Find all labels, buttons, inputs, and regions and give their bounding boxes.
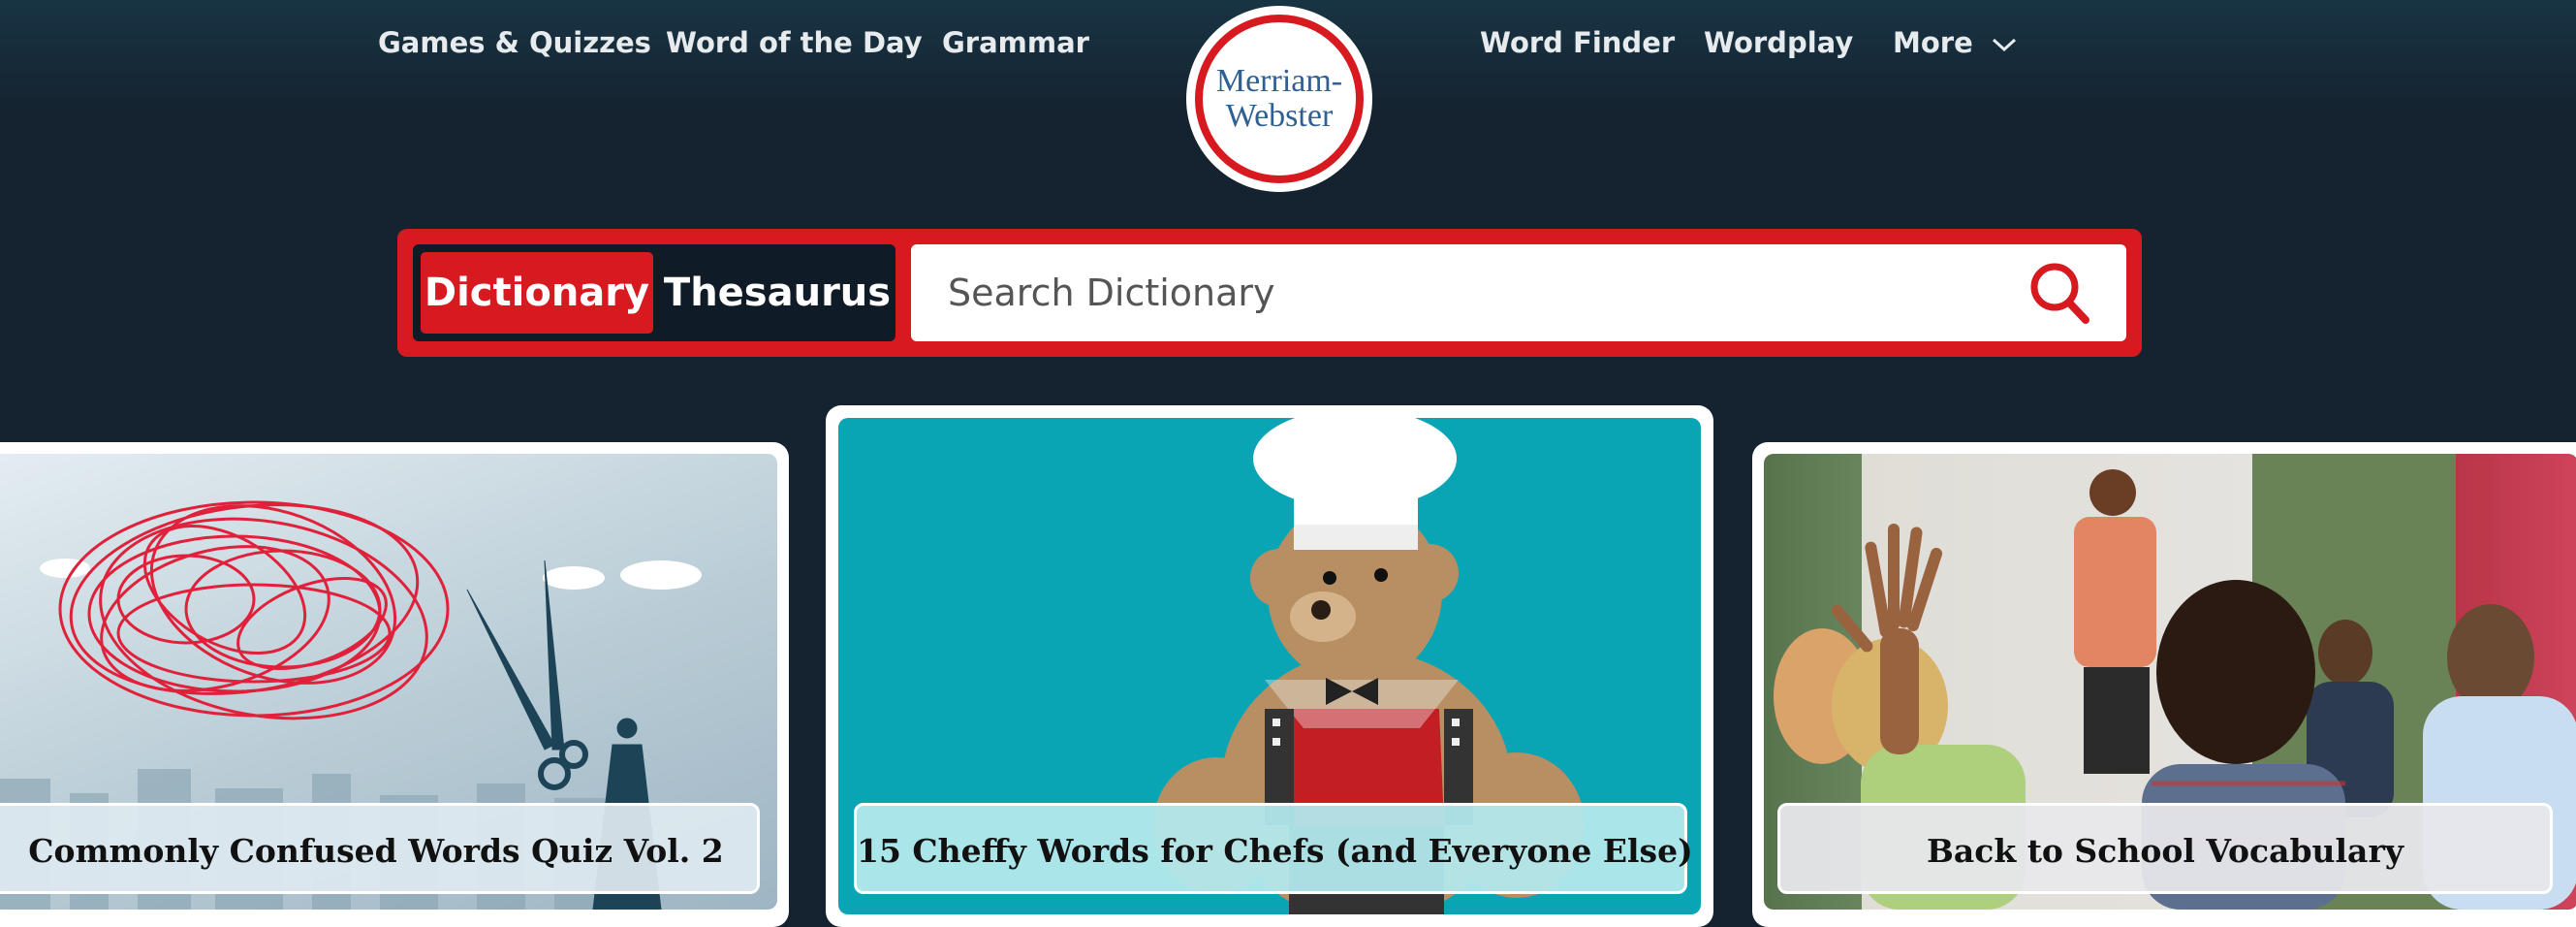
card-cheffy-words[interactable]: 15 Cheffy Words for Chefs (and Everyone … <box>826 405 1713 927</box>
nav-wordplay[interactable]: Wordplay <box>1704 26 1853 59</box>
merriam-webster-logo[interactable]: Merriam- Webster <box>1186 6 1372 192</box>
card-title: Commonly Confused Words Quiz Vol. 2 <box>0 803 760 894</box>
tab-thesaurus[interactable]: Thesaurus <box>663 252 892 334</box>
nav-word-of-the-day[interactable]: Word of the Day <box>666 26 923 59</box>
nav-more[interactable]: More <box>1893 26 2018 59</box>
card-title: Back to School Vocabulary <box>1777 803 2553 894</box>
card-confused-words-quiz[interactable]: Commonly Confused Words Quiz Vol. 2 <box>0 442 789 927</box>
search-input[interactable] <box>911 244 2126 341</box>
nav-grammar[interactable]: Grammar <box>942 26 1089 59</box>
nav-games-quizzes[interactable]: Games & Quizzes <box>378 26 651 59</box>
search-icon <box>2030 263 2089 324</box>
tab-dictionary[interactable]: Dictionary <box>421 252 653 334</box>
logo-text-line2: Webster <box>1225 98 1334 134</box>
search-button[interactable] <box>2026 258 2097 330</box>
logo-ring: Merriam- Webster <box>1195 15 1364 183</box>
card-back-to-school[interactable]: Back to School Vocabulary <box>1752 442 2576 927</box>
logo-text-line1: Merriam- <box>1215 63 1343 99</box>
chevron-down-icon <box>1992 38 2016 52</box>
search-tabs: Dictionary Thesaurus <box>413 244 895 341</box>
search-bar: Dictionary Thesaurus <box>397 229 2142 357</box>
nav-word-finder[interactable]: Word Finder <box>1480 26 1675 59</box>
card-title: 15 Cheffy Words for Chefs (and Everyone … <box>854 803 1693 894</box>
nav-more-label: More <box>1893 26 1973 59</box>
